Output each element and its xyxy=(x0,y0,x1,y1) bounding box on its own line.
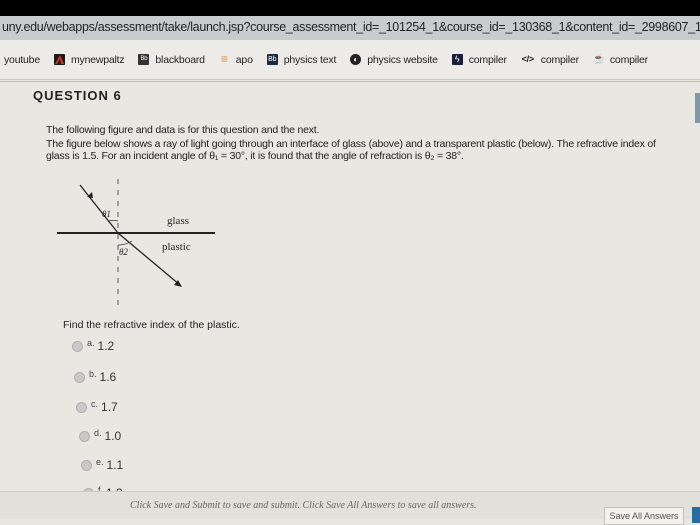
bookmark-physics-text[interactable]: Bb physics text xyxy=(266,53,337,66)
bookmark-youtube[interactable]: youtube xyxy=(4,54,40,66)
mynewpaltz-logo-icon xyxy=(53,54,65,65)
question-body-line1: The figure below shows a ray of light go… xyxy=(46,138,656,150)
bookmarks-bar: youtube mynewpaltz Bb blackboard ≡ apo B… xyxy=(0,40,700,80)
cup-icon: ☕ xyxy=(592,54,606,65)
incident-ray xyxy=(79,184,119,234)
footer-instruction: Click Save and Submit to save and submit… xyxy=(130,500,477,511)
globe-icon: ◐ xyxy=(350,54,362,65)
bookmark-label: youtube xyxy=(4,53,40,66)
refraction-figure: θ1 θ2 glass plastic xyxy=(57,179,215,307)
apo-menu-icon: ≡ xyxy=(220,52,228,66)
bookmark-blackboard[interactable]: Bb blackboard xyxy=(138,53,205,66)
radio-button[interactable] xyxy=(81,459,92,471)
question-prompt: Find the refractive index of the plastic… xyxy=(63,319,240,331)
question-body-line2: glass is 1.5. For an incident angle of θ… xyxy=(46,150,464,162)
question-title: QUESTION 6 xyxy=(33,88,122,103)
submit-footer: Click Save and Submit to save and submit… xyxy=(0,491,700,525)
bookmark-label: physics website xyxy=(367,53,438,66)
option-b[interactable]: b. 1.6 xyxy=(74,369,116,384)
theta2-label: θ2 xyxy=(119,247,128,257)
question-content: QUESTION 6 The following figure and data… xyxy=(0,81,700,525)
bookmark-label: blackboard xyxy=(155,53,205,66)
bookmark-compiler-2[interactable]: </> compiler xyxy=(521,54,579,66)
bookmark-compiler-3[interactable]: ☕ compiler xyxy=(593,54,648,66)
bookmark-label: compiler xyxy=(609,53,648,66)
bookmark-label: compiler xyxy=(468,53,507,66)
glass-label: glass xyxy=(167,215,189,227)
lightning-icon: ϟ xyxy=(451,54,463,65)
bookmark-label: apo xyxy=(235,53,253,66)
plastic-label: plastic xyxy=(162,241,191,253)
divider xyxy=(0,81,700,82)
question-intro: The following figure and data is for thi… xyxy=(46,124,320,136)
url-text[interactable]: uny.edu/webapps/assessment/take/launch.j… xyxy=(2,20,700,34)
bookmark-label: compiler xyxy=(540,53,579,66)
bookmark-mynewpaltz[interactable]: mynewpaltz xyxy=(53,53,125,66)
radio-button[interactable] xyxy=(72,340,83,352)
save-and-submit-button[interactable] xyxy=(692,507,700,523)
radio-button[interactable] xyxy=(74,371,85,383)
bookmark-compiler-1[interactable]: ϟ compiler xyxy=(451,53,507,66)
option-d[interactable]: d. 1.0 xyxy=(79,428,121,443)
bookmark-label: physics text xyxy=(283,53,337,66)
bookmark-physics-website[interactable]: ◐ physics website xyxy=(350,54,438,66)
theta1-arc xyxy=(107,220,119,222)
address-bar[interactable]: uny.edu/webapps/assessment/take/launch.j… xyxy=(0,16,700,40)
bb-logo-icon: Bb xyxy=(266,54,278,65)
code-icon: </> xyxy=(521,54,535,64)
option-a[interactable]: a. 1.2 xyxy=(72,338,114,353)
bookmark-label: mynewpaltz xyxy=(70,53,125,66)
bookmark-apo[interactable]: ≡ apo xyxy=(219,52,253,66)
scrollbar[interactable] xyxy=(695,93,700,123)
option-e[interactable]: e. 1.1 xyxy=(81,457,123,472)
radio-button[interactable] xyxy=(79,430,90,442)
radio-button[interactable] xyxy=(76,401,87,413)
theta1-label: θ1 xyxy=(102,209,111,219)
option-c[interactable]: c. 1.7 xyxy=(76,399,118,414)
blackboard-logo-icon: Bb xyxy=(138,54,150,65)
save-all-answers-button[interactable]: Save All Answers xyxy=(604,507,684,525)
screen-top-bezel xyxy=(0,0,700,16)
